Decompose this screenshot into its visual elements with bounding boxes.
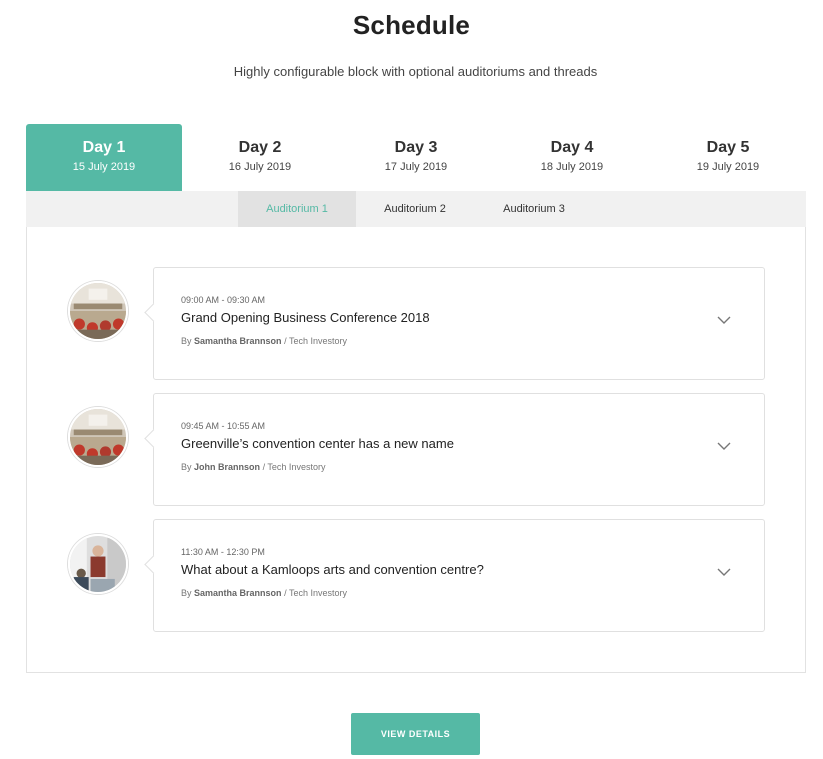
- byline-separator: /: [262, 462, 266, 472]
- event-card[interactable]: 09:00 AM - 09:30 AM Grand Opening Busine…: [153, 267, 765, 380]
- event-time: 11:30 AM - 12:30 PM: [181, 547, 265, 557]
- chevron-down-icon[interactable]: [716, 438, 732, 454]
- speaker-company: Tech Investory: [267, 462, 326, 472]
- byline-separator: /: [284, 336, 287, 346]
- event-title: Greenville’s convention center has a new…: [181, 436, 454, 451]
- by-label: By: [181, 462, 192, 472]
- event-byline: By Samantha Brannson / Tech Investory: [181, 588, 347, 598]
- day-date: 18 July 2019: [540, 161, 604, 173]
- tab-day-3[interactable]: Day 3 17 July 2019: [338, 124, 494, 191]
- day-date: 16 July 2019: [228, 161, 292, 173]
- view-details-button[interactable]: VIEW DETAILS: [351, 713, 480, 755]
- event-byline: By Samantha Brannson / Tech Investory: [181, 336, 347, 346]
- tab-day-2[interactable]: Day 2 16 July 2019: [182, 124, 338, 191]
- by-label: By: [181, 588, 192, 598]
- day-date: 17 July 2019: [384, 161, 448, 173]
- day-name: Day 3: [394, 139, 438, 156]
- day-date: 15 July 2019: [72, 161, 136, 173]
- tab-auditorium-2[interactable]: Auditorium 2: [356, 191, 474, 227]
- event-title: What about a Kamloops arts and conventio…: [181, 562, 484, 577]
- event-card[interactable]: 11:30 AM - 12:30 PM What about a Kamloop…: [153, 519, 765, 632]
- day-tabs: Day 1 15 July 2019 Day 2 16 July 2019 Da…: [26, 124, 806, 198]
- event-card[interactable]: 09:45 AM - 10:55 AM Greenville’s convent…: [153, 393, 765, 506]
- tab-day-5[interactable]: Day 5 19 July 2019: [650, 124, 806, 191]
- day-name: Day 2: [238, 139, 282, 156]
- day-date: 19 July 2019: [696, 161, 760, 173]
- event-title: Grand Opening Business Conference 2018: [181, 310, 430, 325]
- tab-day-1[interactable]: Day 1 15 July 2019: [26, 124, 182, 198]
- auditorium-tabs: Auditorium 1 Auditorium 2 Auditorium 3: [26, 191, 806, 227]
- conference-room-photo-icon: [68, 407, 128, 467]
- day-name: Day 4: [550, 139, 594, 156]
- event-byline: By John Brannson / Tech Investory: [181, 462, 325, 472]
- office-people-photo-icon: [68, 534, 128, 594]
- page-subtitle: Highly configurable block with optional …: [233, 64, 598, 79]
- event-time: 09:45 AM - 10:55 AM: [181, 421, 266, 431]
- day-name: Day 5: [706, 139, 750, 156]
- speaker-name: Samantha Brannson: [194, 588, 282, 598]
- chevron-down-icon[interactable]: [716, 564, 732, 580]
- byline-separator: /: [284, 588, 287, 598]
- tab-auditorium-1[interactable]: Auditorium 1: [238, 191, 356, 227]
- tab-auditorium-3[interactable]: Auditorium 3: [474, 191, 594, 227]
- speaker-name: John Brannson: [194, 462, 261, 472]
- by-label: By: [181, 336, 192, 346]
- speaker-company: Tech Investory: [288, 336, 347, 346]
- conference-room-photo-icon: [68, 281, 128, 341]
- event-time: 09:00 AM - 09:30 AM: [181, 295, 266, 305]
- tab-day-4[interactable]: Day 4 18 July 2019: [494, 124, 650, 191]
- speaker-name: Samantha Brannson: [194, 336, 282, 346]
- chevron-down-icon[interactable]: [716, 312, 732, 328]
- speaker-company: Tech Investory: [288, 588, 347, 598]
- day-name: Day 1: [82, 139, 126, 156]
- page-title: Schedule: [352, 10, 471, 40]
